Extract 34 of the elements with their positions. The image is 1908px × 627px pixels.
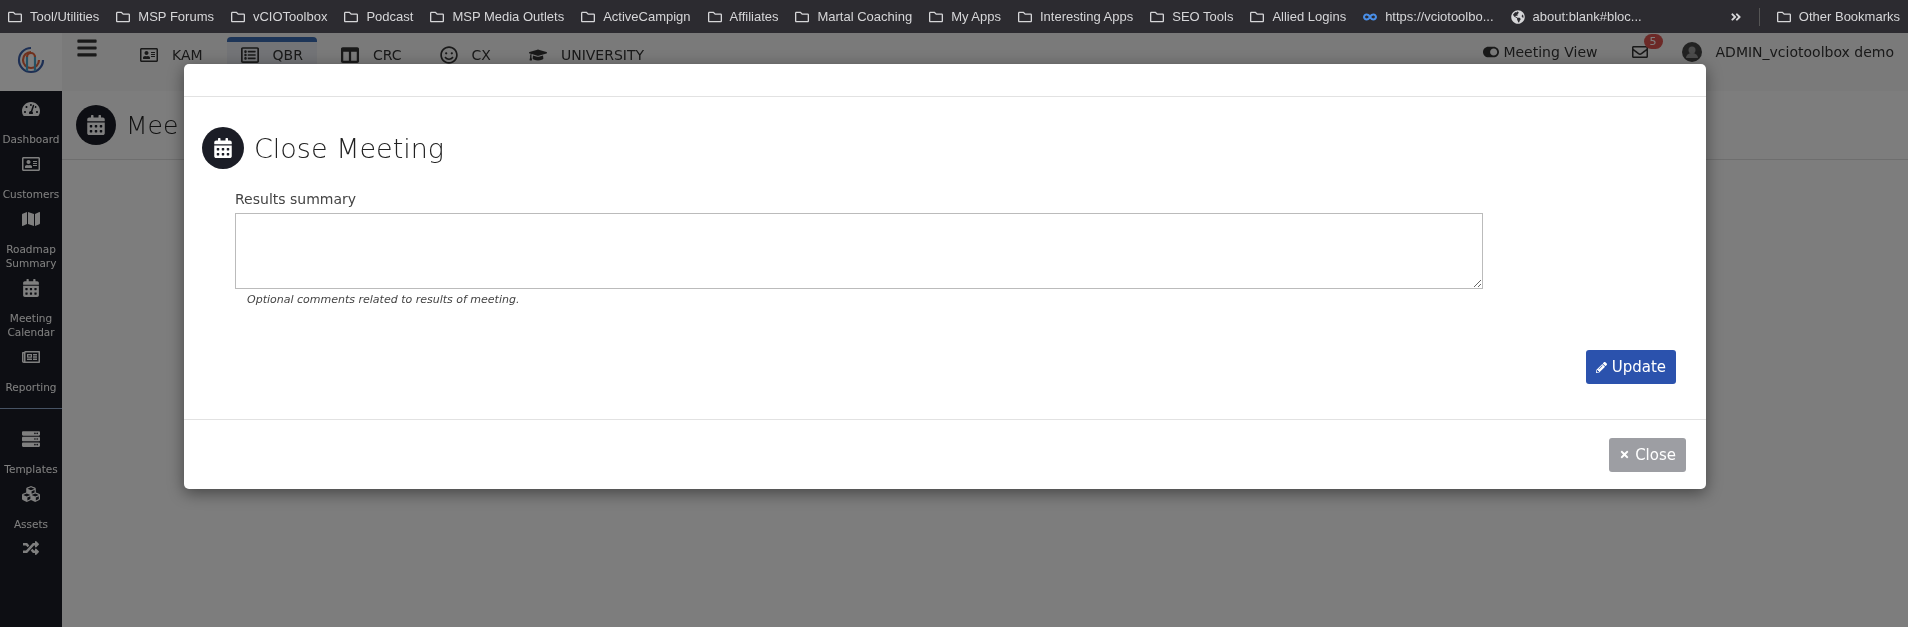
bookmark[interactable]: Affiliates [707,9,779,24]
bookmark[interactable]: ActiveCampign [581,9,691,24]
bookmark[interactable]: My Apps [929,9,1001,24]
user-menu[interactable]: ADMIN_vciotoolbox demo [1681,42,1894,62]
nav-tab[interactable]: CX [425,37,505,68]
sidebar-item[interactable]: Dashboard [0,91,62,146]
bookmark[interactable]: Podcast [344,9,414,24]
bookmark[interactable]: vCIOToolbox [230,9,328,24]
bookmark[interactable]: Interesting Apps [1018,9,1134,24]
sidebar-item[interactable]: Reporting [0,339,62,394]
bookmark[interactable]: about:blank#bloc... [1510,9,1642,24]
bookmark[interactable]: Tool/Utilities [8,9,100,24]
bookmark[interactable]: https://vciotoolbo... [1363,9,1494,24]
sidebar-item[interactable]: Meeting Calendar [0,270,62,339]
sidebar-item[interactable]: Customers [0,146,62,201]
sidebar-item[interactable]: Roadmap Summary [0,201,62,270]
dialog-title: Close Meeting [254,132,445,164]
bookmark[interactable]: Martal Coaching [795,9,913,24]
field-hint: Optional comments related to results of meeting. [247,293,521,306]
unread-count: 5 [1643,34,1663,49]
nav-tab[interactable]: UNIVERSITY [514,37,659,68]
sidebar-item[interactable]: Templates [0,421,62,476]
bookmark[interactable]: MSP Forums [116,9,214,24]
bookmark[interactable]: MSP Media Outlets [430,9,565,24]
nav-tab[interactable]: CRC [326,37,416,68]
field-label: Results summary [235,191,358,207]
nav-tab[interactable]: KAM [126,37,217,68]
bookmark[interactable]: Other Bookmarks [1776,9,1900,24]
sidebar-item[interactable]: Assets [0,476,62,531]
bookmark[interactable]: Allied Logins [1250,9,1347,24]
update-button[interactable]: Update [1585,350,1676,384]
meeting-view-toggle[interactable]: Meeting View [1483,44,1598,60]
page-title: Mee [126,110,179,140]
bookmark[interactable]: SEO Tools [1150,9,1234,24]
